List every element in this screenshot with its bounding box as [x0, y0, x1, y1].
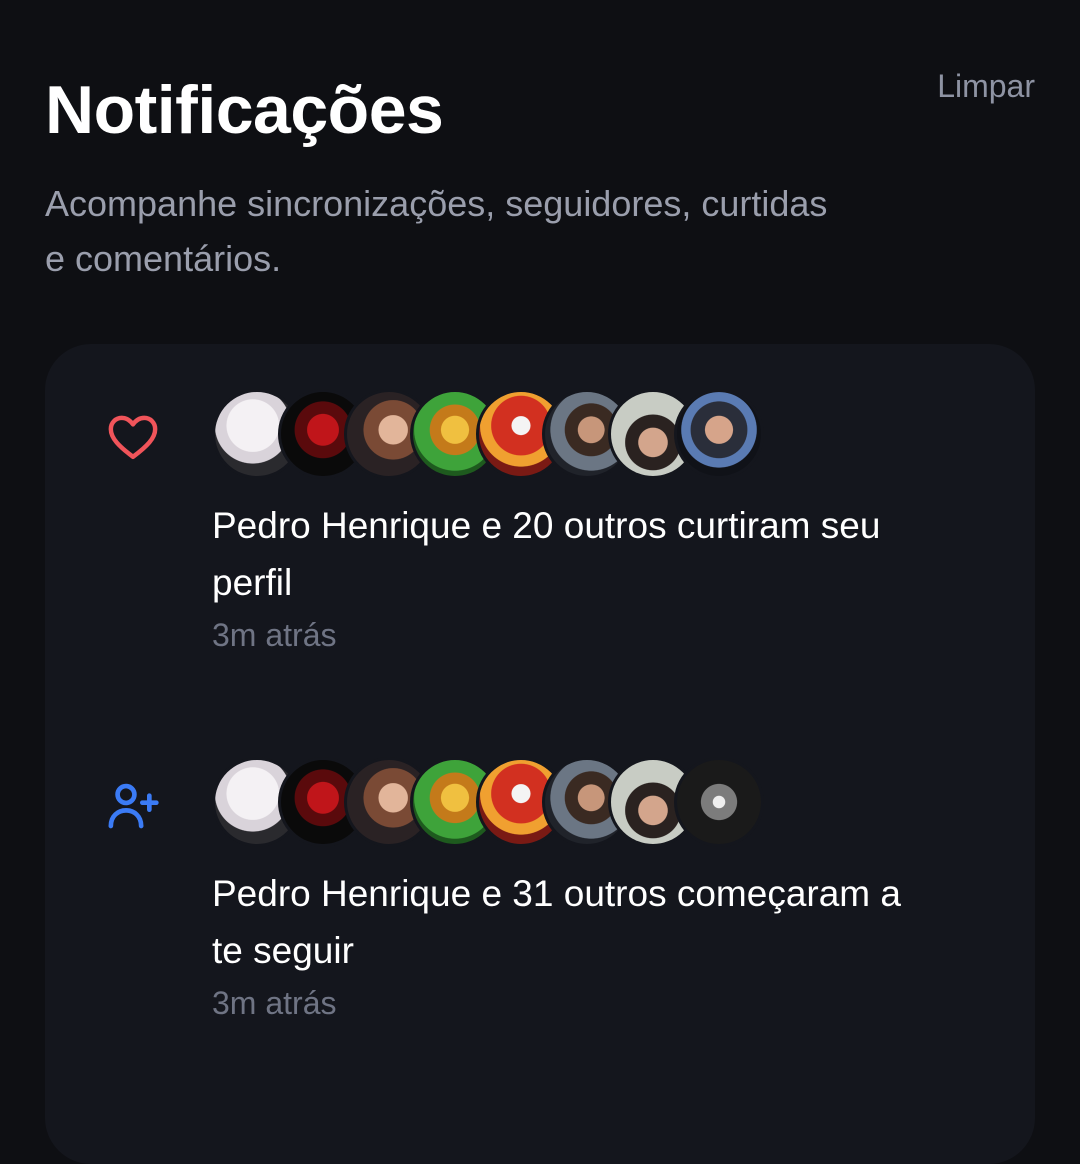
avatar-stack [212, 757, 764, 847]
page-title: Notificações [45, 72, 444, 148]
clear-button[interactable]: Limpar [937, 68, 1035, 105]
notification-text: Pedro Henrique e 31 outros começaram a t… [212, 873, 901, 971]
avatar-stack [212, 389, 764, 479]
header: Notificações Limpar Acompanhe sincroniza… [45, 68, 1035, 286]
notification-time: 3m atrás [212, 985, 337, 1021]
notification-text: Pedro Henrique e 20 outros curtiram seu … [212, 505, 881, 603]
notification-time: 3m atrás [212, 617, 337, 653]
page-subtitle: Acompanhe sincronizações, seguidores, cu… [45, 183, 828, 279]
user-plus-icon [108, 783, 159, 829]
heart-icon [108, 415, 158, 460]
notifications-card: Pedro Henrique e 20 outros curtiram seu … [45, 344, 1035, 1164]
avatar [674, 757, 764, 847]
avatar [674, 389, 764, 479]
